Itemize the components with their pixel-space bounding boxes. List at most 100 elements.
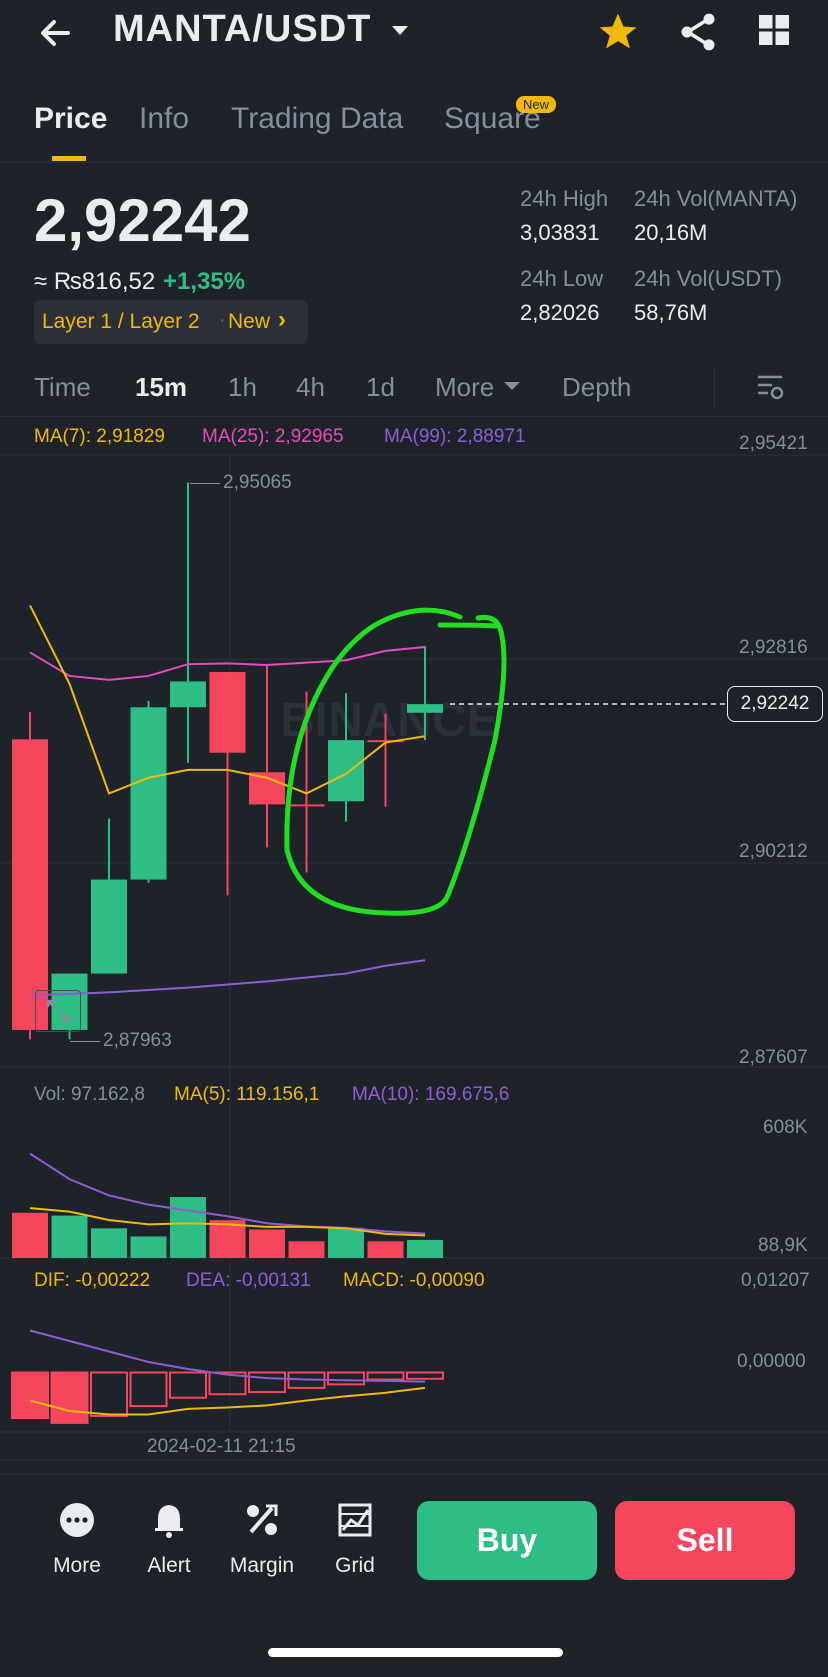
interval-depth[interactable]: Depth xyxy=(562,372,631,403)
high-marker-label: 2,95065 xyxy=(223,472,292,493)
high-marker-line xyxy=(190,483,220,484)
bottom-alert-label: Alert xyxy=(147,1554,191,1577)
stat-24h-vol-base-value: 20,16M xyxy=(634,220,708,245)
divider xyxy=(0,162,828,163)
last-price: 2,92242 xyxy=(34,187,251,254)
low-marker-line xyxy=(70,1041,100,1042)
price-axis-label: 2,90212 xyxy=(739,841,808,862)
candle-body xyxy=(209,672,246,753)
price-axis-label: 2,92816 xyxy=(739,637,808,658)
volume-bar xyxy=(328,1227,364,1258)
pair-dropdown-icon[interactable] xyxy=(388,18,412,47)
stat-24h-high-value: 3,03831 xyxy=(520,220,600,245)
tab-price-underline xyxy=(52,156,86,161)
stat-24h-low-value: 2,82026 xyxy=(520,300,600,325)
fullscreen-expand-button[interactable] xyxy=(35,990,81,1032)
volume-bar xyxy=(91,1228,127,1258)
back-button[interactable] xyxy=(34,8,84,58)
hand-drawn-circle-annotation xyxy=(284,607,507,916)
volume-bar xyxy=(170,1197,206,1258)
tab-price[interactable]: Price xyxy=(34,102,107,136)
share-icon[interactable] xyxy=(676,10,720,59)
low-marker-label: 2,87963 xyxy=(103,1030,172,1051)
volume-bar xyxy=(130,1236,167,1258)
macd-histogram-bar xyxy=(169,1371,207,1399)
interval-divider xyxy=(714,368,715,408)
bell-icon xyxy=(155,1505,183,1538)
macd-histogram-bar xyxy=(129,1371,168,1408)
price-axis-label: 2,87607 xyxy=(739,1047,808,1068)
sector-tag-new: New xyxy=(228,310,271,333)
stat-24h-high-label: 24h High xyxy=(520,186,609,211)
bottom-margin-label: Margin xyxy=(229,1554,295,1577)
sector-tag-label: Layer 1 / Layer 2 xyxy=(42,310,200,333)
pair-title[interactable]: MANTA/USDT xyxy=(113,8,371,51)
interval-more-caret-icon xyxy=(502,376,522,401)
macd-histogram-bar xyxy=(366,1371,405,1381)
macd-histogram-bar xyxy=(327,1371,365,1386)
bottom-grid-label: Grid xyxy=(335,1554,375,1577)
stat-24h-vol-quote-label: 24h Vol(USDT) xyxy=(634,266,782,291)
fiat-value: ≈ ₨816,52 xyxy=(34,268,156,295)
macd-histogram-bar xyxy=(50,1371,89,1424)
home-indicator xyxy=(268,1648,563,1657)
macd-histogram-bar xyxy=(11,1371,49,1419)
interval-4h[interactable]: 4h xyxy=(296,372,325,403)
interval-1h[interactable]: 1h xyxy=(228,372,257,403)
sell-button[interactable]: Sell xyxy=(615,1501,795,1580)
interval-15m[interactable]: 15m xyxy=(135,372,187,403)
macd-histogram-bar xyxy=(90,1371,128,1417)
sector-tag[interactable]: Layer 1 / Layer 2 · New › xyxy=(34,300,308,344)
candle-body xyxy=(407,704,443,713)
price-change: +1,35% xyxy=(163,268,246,295)
candle-body xyxy=(130,707,167,880)
dea-line xyxy=(29,1329,426,1383)
volume-axis-label: 608K xyxy=(763,1117,808,1138)
tab-info[interactable]: Info xyxy=(139,102,189,136)
macd-axis-label: 0,01207 xyxy=(741,1270,810,1291)
tab-trading-data[interactable]: Trading Data xyxy=(231,102,403,136)
volume-bar xyxy=(249,1229,285,1258)
bottom-more-button[interactable]: More xyxy=(32,1500,122,1578)
dif-line xyxy=(29,1386,426,1416)
interval-1d[interactable]: 1d xyxy=(366,372,395,403)
chart-settings-icon[interactable] xyxy=(755,372,785,407)
volume-bar xyxy=(51,1215,88,1258)
divider xyxy=(0,1474,828,1475)
ma99-line xyxy=(29,959,426,997)
bottom-more-label: More xyxy=(53,1554,101,1577)
layout-grid-icon[interactable] xyxy=(756,12,792,53)
time-axis-label: 2024-02-11 21:15 xyxy=(147,1436,296,1457)
volume-axis-label: 88,9K xyxy=(758,1235,808,1256)
stat-24h-low-label: 24h Low xyxy=(520,266,604,291)
candle-body xyxy=(91,879,127,974)
volume-bar xyxy=(12,1212,48,1258)
chevron-right-icon: › xyxy=(278,306,286,333)
hand-drawn-stroke-annotation xyxy=(437,622,499,629)
bottom-grid-button[interactable]: Grid xyxy=(310,1500,400,1578)
bottom-alert-button[interactable]: Alert xyxy=(124,1500,214,1578)
candle-body xyxy=(170,681,206,708)
interval-time[interactable]: Time xyxy=(34,372,91,403)
kline-chart[interactable]: BINANCE xyxy=(0,416,828,1476)
buy-button[interactable]: Buy xyxy=(417,1501,597,1580)
price-axis-label: 2,95421 xyxy=(739,433,808,454)
stat-24h-vol-quote-value: 58,76M xyxy=(634,300,708,325)
more-dots-icon xyxy=(60,1503,94,1537)
sector-tag-separator: · xyxy=(219,309,226,331)
back-arrow-icon xyxy=(41,20,70,46)
favorite-star-icon[interactable] xyxy=(596,10,640,59)
macd-histogram-bar xyxy=(248,1371,286,1394)
macd-histogram-bar xyxy=(406,1371,444,1380)
volume-bar xyxy=(407,1239,443,1258)
candle-body xyxy=(288,804,325,807)
candle-body xyxy=(12,739,48,1030)
macd-axis-label: 0,00000 xyxy=(737,1351,806,1372)
expand-icon xyxy=(46,999,70,1023)
bottom-margin-button[interactable]: Margin xyxy=(217,1500,307,1578)
interval-more[interactable]: More xyxy=(435,372,494,403)
candle-body xyxy=(328,740,364,802)
volume-bar xyxy=(288,1241,325,1258)
new-badge: New xyxy=(516,96,557,113)
volume-bar xyxy=(367,1241,404,1258)
